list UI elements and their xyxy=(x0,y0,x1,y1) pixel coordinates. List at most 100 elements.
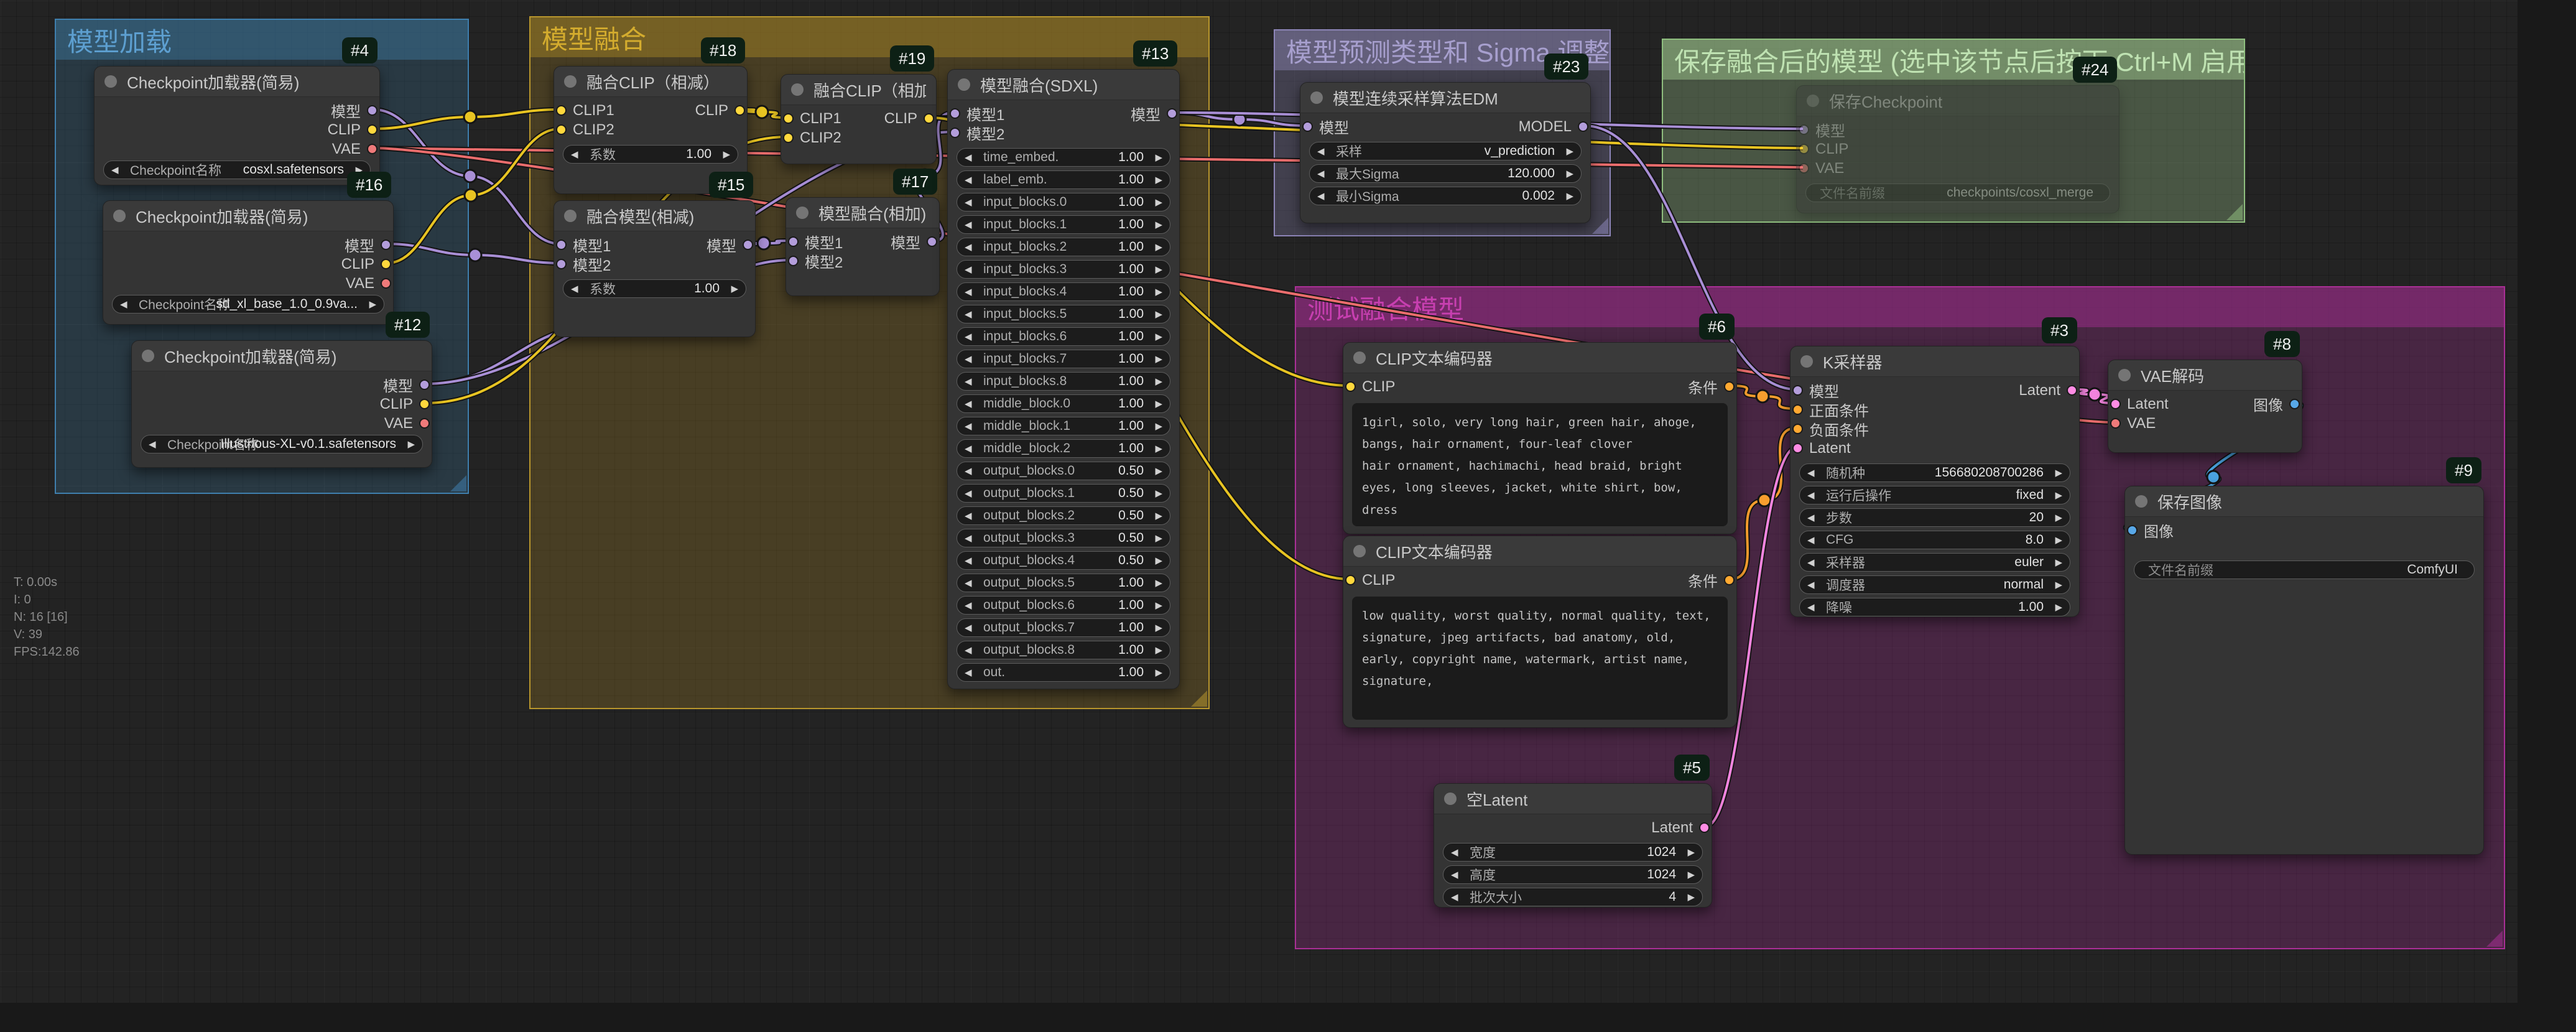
input-dot-model[interactable] xyxy=(556,259,567,269)
widget-output_blocks.2[interactable]: ◀▶output_blocks.20.50 xyxy=(957,506,1170,525)
widget-input_blocks.0[interactable]: ◀▶input_blocks.01.00 xyxy=(957,193,1170,212)
widget-decrement[interactable]: ◀ xyxy=(1807,554,1815,571)
widget--[interactable]: ◀▶降噪1.00 xyxy=(1799,598,2070,616)
widget-decrement[interactable]: ◀ xyxy=(965,373,972,390)
widget-increment[interactable]: ▶ xyxy=(1155,149,1162,166)
widget--[interactable]: ◀▶系数1.00 xyxy=(563,279,746,298)
widget-decrement[interactable]: ◀ xyxy=(111,161,119,179)
widget-decrement[interactable]: ◀ xyxy=(965,641,972,659)
widget-middle_block.1[interactable]: ◀▶middle_block.11.00 xyxy=(957,417,1170,435)
widget-decrement[interactable]: ◀ xyxy=(965,350,972,368)
widget--[interactable]: ◀▶运行后操作fixed xyxy=(1799,486,2070,504)
input-dot-clip[interactable] xyxy=(783,113,794,124)
reroute-dot[interactable] xyxy=(1756,390,1769,402)
reroute-dot[interactable] xyxy=(469,249,481,261)
reroute-dot[interactable] xyxy=(465,189,477,202)
widget-increment[interactable]: ▶ xyxy=(2055,554,2062,571)
collapse-dot[interactable] xyxy=(2135,495,2147,508)
collapse-dot[interactable] xyxy=(564,75,577,88)
widget-decrement[interactable]: ◀ xyxy=(571,280,578,297)
widget-decrement[interactable]: ◀ xyxy=(965,395,972,412)
widget-decrement[interactable]: ◀ xyxy=(149,435,156,453)
widget-decrement[interactable]: ◀ xyxy=(571,146,578,163)
widget-input_blocks.5[interactable]: ◀▶input_blocks.51.00 xyxy=(957,305,1170,323)
widget-decrement[interactable]: ◀ xyxy=(965,328,972,345)
input-dot-model[interactable] xyxy=(556,239,567,250)
widget-increment[interactable]: ▶ xyxy=(1566,142,1573,160)
widget-decrement[interactable]: ◀ xyxy=(1807,509,1815,526)
widget-increment[interactable]: ▶ xyxy=(1687,844,1695,861)
widget-decrement[interactable]: ◀ xyxy=(120,295,127,313)
widget-increment[interactable]: ▶ xyxy=(1155,462,1162,480)
widget--Sigma[interactable]: ◀▶最大Sigma120.000 xyxy=(1309,164,1582,183)
widget-increment[interactable]: ▶ xyxy=(1155,485,1162,502)
output-dot-cond[interactable] xyxy=(1724,381,1735,392)
widget-Checkpoint-[interactable]: ◀▶Checkpoint名称Illustrious-XL-v0.1.safete… xyxy=(141,435,423,453)
collapse-dot[interactable] xyxy=(791,83,804,96)
input-dot-vae[interactable] xyxy=(1799,163,1809,174)
widget-increment[interactable]: ▶ xyxy=(1155,283,1162,300)
reroute-dot[interactable] xyxy=(756,106,768,118)
widget--[interactable]: ◀▶宽度1024 xyxy=(1443,843,1703,862)
collapse-dot[interactable] xyxy=(1807,95,1819,107)
node-save-image[interactable]: 保存图像图像文件名前缀ComfyUI xyxy=(2124,486,2484,855)
widget-decrement[interactable]: ◀ xyxy=(1807,598,1815,616)
output-dot-clip[interactable] xyxy=(924,113,934,124)
widget-decrement[interactable]: ◀ xyxy=(1317,165,1325,182)
widget-output_blocks.0[interactable]: ◀▶output_blocks.00.50 xyxy=(957,462,1170,480)
widget-increment[interactable]: ▶ xyxy=(723,146,730,163)
widget-decrement[interactable]: ◀ xyxy=(965,507,972,524)
output-dot-clip[interactable] xyxy=(734,105,745,116)
input-dot-latent[interactable] xyxy=(2110,399,2121,409)
node-empty-latent[interactable]: 空LatentLatent◀▶宽度1024◀▶高度1024◀▶批次大小4 xyxy=(1434,783,1712,908)
widget-input_blocks.2[interactable]: ◀▶input_blocks.21.00 xyxy=(957,238,1170,256)
widget--[interactable]: ◀▶采样器euler xyxy=(1799,553,2070,572)
widget-increment[interactable]: ▶ xyxy=(2055,576,2062,593)
prompt-textarea[interactable]: 1girl, solo, very long hair, green hair,… xyxy=(1352,403,1728,526)
widget-output_blocks.6[interactable]: ◀▶output_blocks.61.00 xyxy=(957,596,1170,615)
reroute-dot[interactable] xyxy=(2207,471,2220,483)
widget-input_blocks.6[interactable]: ◀▶input_blocks.61.00 xyxy=(957,327,1170,346)
widget-increment[interactable]: ▶ xyxy=(731,280,738,297)
input-dot-image[interactable] xyxy=(2127,525,2138,536)
widget-increment[interactable]: ▶ xyxy=(2055,531,2062,549)
widget-increment[interactable]: ▶ xyxy=(1687,888,1695,906)
widget-increment[interactable]: ▶ xyxy=(1155,395,1162,412)
widget-Checkpoint-[interactable]: ◀▶Checkpoint名称sd_xl_base_1.0_0.9va... xyxy=(112,295,384,314)
widget-decrement[interactable]: ◀ xyxy=(1451,844,1458,861)
reroute-dot[interactable] xyxy=(464,111,476,123)
widget-decrement[interactable]: ◀ xyxy=(965,261,972,278)
widget-decrement[interactable]: ◀ xyxy=(1807,576,1815,593)
collapse-dot[interactable] xyxy=(1444,793,1457,805)
widget-increment[interactable]: ▶ xyxy=(407,435,415,453)
widget-increment[interactable]: ▶ xyxy=(1155,193,1162,211)
collapse-dot[interactable] xyxy=(1353,351,1366,364)
input-dot-model[interactable] xyxy=(1799,124,1809,135)
widget--[interactable]: ◀▶步数20 xyxy=(1799,508,2070,527)
output-dot-model[interactable] xyxy=(381,239,391,250)
collapse-dot[interactable] xyxy=(2118,369,2131,381)
output-dot-image[interactable] xyxy=(2289,399,2300,409)
widget--[interactable]: 文件名前缀ComfyUI xyxy=(2134,560,2475,579)
widget-decrement[interactable]: ◀ xyxy=(1451,866,1458,883)
output-dot-clip[interactable] xyxy=(419,399,430,409)
widget-decrement[interactable]: ◀ xyxy=(965,171,972,188)
output-dot-vae[interactable] xyxy=(419,418,430,429)
widget-increment[interactable]: ▶ xyxy=(1687,866,1695,883)
widget--Sigma[interactable]: ◀▶最小Sigma0.002 xyxy=(1309,187,1582,205)
widget--[interactable]: ◀▶批次大小4 xyxy=(1443,888,1703,906)
widget-decrement[interactable]: ◀ xyxy=(965,552,972,569)
collapse-dot[interactable] xyxy=(1310,91,1323,104)
widget-increment[interactable]: ▶ xyxy=(1155,641,1162,659)
node-clip-text-encode-negative[interactable]: CLIP文本编码器CLIP条件low quality, worst qualit… xyxy=(1343,536,1737,728)
output-dot-model[interactable] xyxy=(367,105,378,116)
widget-output_blocks.5[interactable]: ◀▶output_blocks.51.00 xyxy=(957,574,1170,592)
widget-decrement[interactable]: ◀ xyxy=(965,574,972,592)
widget-input_blocks.4[interactable]: ◀▶input_blocks.41.00 xyxy=(957,282,1170,301)
widget-decrement[interactable]: ◀ xyxy=(965,193,972,211)
widget-increment[interactable]: ▶ xyxy=(2055,598,2062,616)
collapse-dot[interactable] xyxy=(104,75,117,88)
input-dot-cond[interactable] xyxy=(1792,404,1803,415)
widget--[interactable]: ◀▶高度1024 xyxy=(1443,865,1703,884)
output-dot-model[interactable] xyxy=(743,239,753,250)
